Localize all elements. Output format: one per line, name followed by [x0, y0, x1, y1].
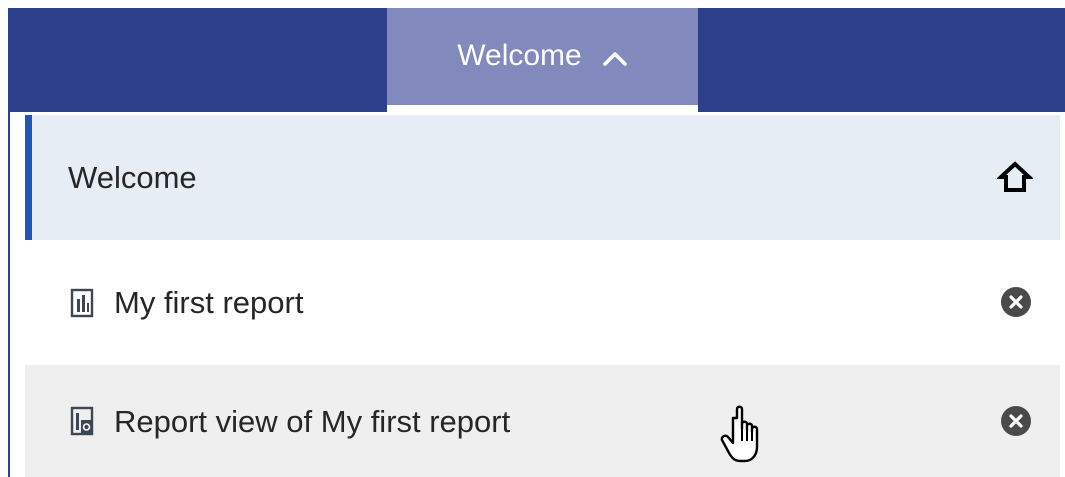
tab-welcome-label: Welcome: [457, 38, 582, 72]
report-icon: [70, 288, 94, 317]
frame-left-border: [8, 112, 10, 477]
home-icon[interactable]: [997, 159, 1033, 195]
menu-item-welcome[interactable]: Welcome: [25, 115, 1060, 240]
menu-item-label: Report view of My first report: [114, 403, 511, 439]
tab-welcome-dropdown[interactable]: Welcome: [387, 8, 698, 112]
close-icon[interactable]: [1000, 286, 1032, 318]
menu-item-label: Welcome: [68, 160, 197, 195]
tab-dropdown-menu: Welcome My first report Report view of M…: [25, 115, 1060, 477]
menu-item-my-first-report[interactable]: My first report: [25, 240, 1060, 365]
menu-item-label: My first report: [114, 285, 304, 320]
menu-item-report-view[interactable]: Report view of My first report: [25, 365, 1060, 477]
hand-cursor-icon: [720, 405, 759, 463]
report-view-icon: [70, 406, 94, 436]
close-icon[interactable]: [1000, 405, 1032, 437]
chevron-up-icon: [602, 51, 627, 66]
top-navigation-bar: Welcome: [8, 8, 1065, 112]
